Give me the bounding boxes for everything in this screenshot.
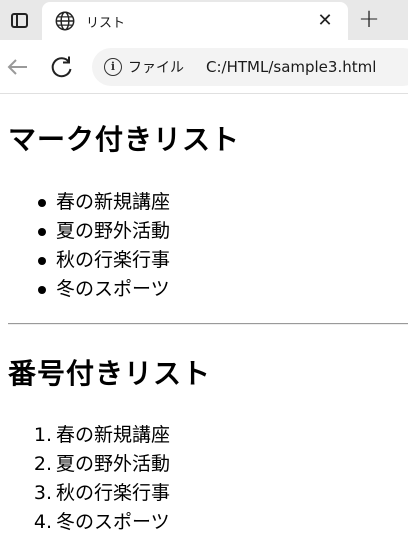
tab-strip: リスト ✕ + xyxy=(0,0,408,40)
back-arrow-icon[interactable] xyxy=(4,53,32,81)
tab-active[interactable]: リスト ✕ xyxy=(42,2,348,40)
close-icon[interactable]: ✕ xyxy=(314,10,336,32)
browser-toolbar: i ファイル C:/HTML/sample3.html xyxy=(0,40,408,94)
list-number: 1. xyxy=(33,424,52,446)
list-item: 冬のスポーツ xyxy=(38,275,170,304)
globe-icon xyxy=(55,11,75,31)
list-item-text: 秋の行楽行事 xyxy=(56,249,171,271)
unordered-list: 春の新規講座 夏の野外活動 秋の行楽行事 冬のスポーツ xyxy=(38,188,170,304)
list-item-text: 冬のスポーツ xyxy=(56,278,170,300)
info-icon[interactable]: i xyxy=(104,58,122,76)
tab-title: リスト xyxy=(86,15,126,31)
bullet-marker xyxy=(38,257,46,265)
unordered-list-heading: マーク付きリスト xyxy=(8,123,241,156)
list-item-text: 夏の野外活動 xyxy=(56,220,171,242)
list-number: 2. xyxy=(33,453,52,475)
bullet-marker xyxy=(38,199,46,207)
list-item-text: 秋の行楽行事 xyxy=(56,482,171,504)
list-item-text: 夏の野外活動 xyxy=(56,453,171,475)
bullet-marker xyxy=(38,228,46,236)
list-item-text: 春の新規講座 xyxy=(56,191,171,213)
horizontal-rule xyxy=(8,323,408,325)
list-item: 夏の野外活動 xyxy=(38,217,170,246)
reload-icon[interactable] xyxy=(48,53,76,81)
url-text[interactable]: C:/HTML/sample3.html xyxy=(206,58,376,76)
new-tab-button[interactable]: + xyxy=(352,4,386,36)
ordered-list-heading: 番号付きリスト xyxy=(8,357,212,390)
list-item-text: 冬のスポーツ xyxy=(56,511,170,533)
list-number: 3. xyxy=(33,482,52,504)
list-item: 春の新規講座 xyxy=(38,188,170,217)
address-bar[interactable]: i ファイル C:/HTML/sample3.html xyxy=(92,48,408,86)
list-item: 1. 春の新規講座 xyxy=(20,421,170,450)
list-number: 4. xyxy=(33,511,52,533)
site-info-label: ファイル xyxy=(128,60,184,76)
list-item: 2. 夏の野外活動 xyxy=(20,450,170,479)
list-item: 4. 冬のスポーツ xyxy=(20,508,170,537)
tab-actions-icon xyxy=(10,12,28,28)
ordered-list: 1. 春の新規講座 2. 夏の野外活動 3. 秋の行楽行事 4. 冬のスポーツ xyxy=(20,421,170,537)
tab-actions-button[interactable] xyxy=(0,0,38,40)
list-item: 3. 秋の行楽行事 xyxy=(20,479,170,508)
list-item-text: 春の新規講座 xyxy=(56,424,171,446)
list-item: 秋の行楽行事 xyxy=(38,246,170,275)
bullet-marker xyxy=(38,286,46,294)
page-content: マーク付きリスト 春の新規講座 夏の野外活動 秋の行楽行事 冬のスポーツ 番号付… xyxy=(0,94,408,550)
